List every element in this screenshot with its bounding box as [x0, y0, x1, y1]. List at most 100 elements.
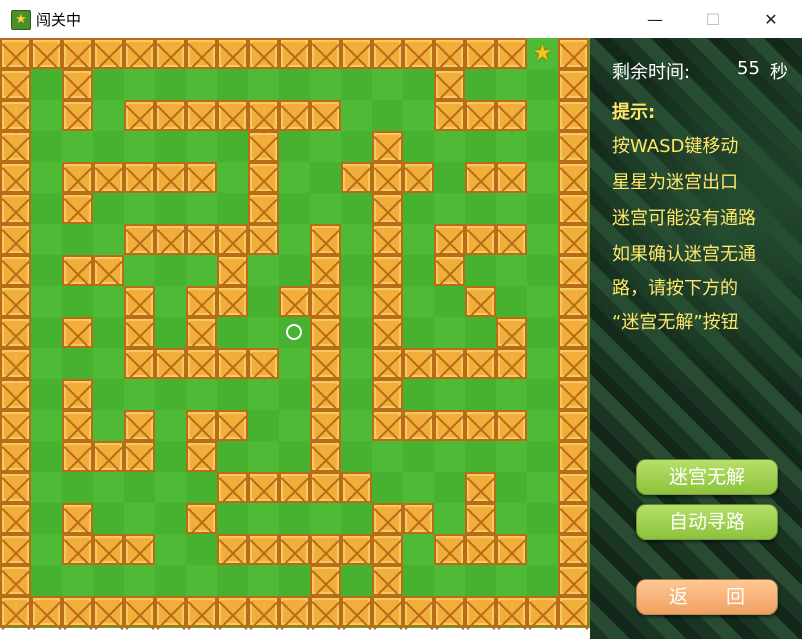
maze-wall	[155, 162, 186, 193]
maze-path	[341, 565, 372, 596]
maze-path	[93, 193, 124, 224]
maze-path	[310, 131, 341, 162]
maze-wall	[248, 596, 279, 627]
maze-path	[372, 441, 403, 472]
maze-wall	[124, 410, 155, 441]
maze-wall	[248, 131, 279, 162]
hint-line: 如果确认迷宫无通	[612, 244, 756, 265]
maze-wall	[558, 596, 589, 627]
maze-wall	[279, 100, 310, 131]
maze-wall	[124, 162, 155, 193]
maze-wall	[0, 38, 31, 69]
maze-wall	[403, 348, 434, 379]
maze-wall	[434, 596, 465, 627]
maze-wall	[372, 317, 403, 348]
maze-path	[124, 193, 155, 224]
maze-path	[527, 534, 558, 565]
maze-path	[341, 100, 372, 131]
maze-wall	[186, 317, 217, 348]
maze-path	[31, 69, 62, 100]
maze-path	[465, 255, 496, 286]
maze-path	[217, 565, 248, 596]
maze-path	[31, 348, 62, 379]
close-button[interactable]: ✕	[748, 0, 794, 38]
maze-path	[93, 224, 124, 255]
maze-wall	[186, 596, 217, 627]
maze-path	[434, 131, 465, 162]
maze-wall	[0, 162, 31, 193]
minimize-button[interactable]: —	[632, 0, 678, 38]
maze-wall	[248, 162, 279, 193]
maze-path	[248, 410, 279, 441]
maze-path	[341, 286, 372, 317]
maze-wall	[62, 534, 93, 565]
maze-path	[341, 410, 372, 441]
maze-wall	[124, 596, 155, 627]
maze-wall	[341, 534, 372, 565]
maze-path	[527, 193, 558, 224]
maze-wall	[558, 69, 589, 100]
player-marker	[286, 324, 302, 340]
maze-path	[31, 410, 62, 441]
maze-path	[403, 100, 434, 131]
maze-path	[279, 379, 310, 410]
maze-path	[341, 348, 372, 379]
maze-wall	[434, 38, 465, 69]
maze-wall	[62, 69, 93, 100]
maze-path	[341, 441, 372, 472]
maze-wall	[558, 348, 589, 379]
maze-path	[93, 348, 124, 379]
maze-path	[248, 69, 279, 100]
maze-path	[279, 255, 310, 286]
hint-line: 星星为迷宫出口	[612, 172, 738, 193]
maze-wall	[62, 379, 93, 410]
maze-wall	[0, 100, 31, 131]
maze-path	[124, 472, 155, 503]
no-solution-button[interactable]: 迷宫无解	[636, 459, 778, 495]
auto-path-button[interactable]: 自动寻路	[636, 504, 778, 540]
maze-path	[62, 565, 93, 596]
maze-wall	[465, 534, 496, 565]
maze-path	[217, 162, 248, 193]
maze-board[interactable]: ★	[0, 38, 590, 628]
maze-path	[62, 224, 93, 255]
maze-wall	[434, 410, 465, 441]
maze-path	[496, 379, 527, 410]
maze-path	[341, 379, 372, 410]
back-button[interactable]: 返 回	[636, 579, 778, 615]
maze-path	[527, 503, 558, 534]
maze-wall	[558, 100, 589, 131]
maze-path	[155, 193, 186, 224]
maze-wall	[186, 38, 217, 69]
maze-path	[372, 100, 403, 131]
maze-path	[31, 565, 62, 596]
maze-path	[279, 441, 310, 472]
maze-path	[248, 317, 279, 348]
maze-wall	[496, 317, 527, 348]
maze-wall	[496, 100, 527, 131]
maze-wall	[217, 255, 248, 286]
maze-wall	[558, 131, 589, 162]
maze-wall	[0, 193, 31, 224]
maze-wall	[248, 348, 279, 379]
maze-wall	[558, 286, 589, 317]
maze-path	[279, 410, 310, 441]
maze-path	[465, 131, 496, 162]
maze-path	[279, 193, 310, 224]
maze-wall	[0, 596, 31, 627]
maze-wall	[403, 410, 434, 441]
maze-path	[403, 472, 434, 503]
maze-wall	[62, 596, 93, 627]
maze-wall	[93, 441, 124, 472]
maximize-button[interactable]: ☐	[690, 0, 736, 38]
maze-path	[465, 317, 496, 348]
maze-wall	[403, 503, 434, 534]
maze-wall	[310, 379, 341, 410]
maze-wall	[310, 224, 341, 255]
maze-wall	[558, 255, 589, 286]
maze-path	[310, 193, 341, 224]
maze-wall	[372, 379, 403, 410]
maze-path	[186, 69, 217, 100]
maze-path	[527, 224, 558, 255]
maze-path	[155, 534, 186, 565]
